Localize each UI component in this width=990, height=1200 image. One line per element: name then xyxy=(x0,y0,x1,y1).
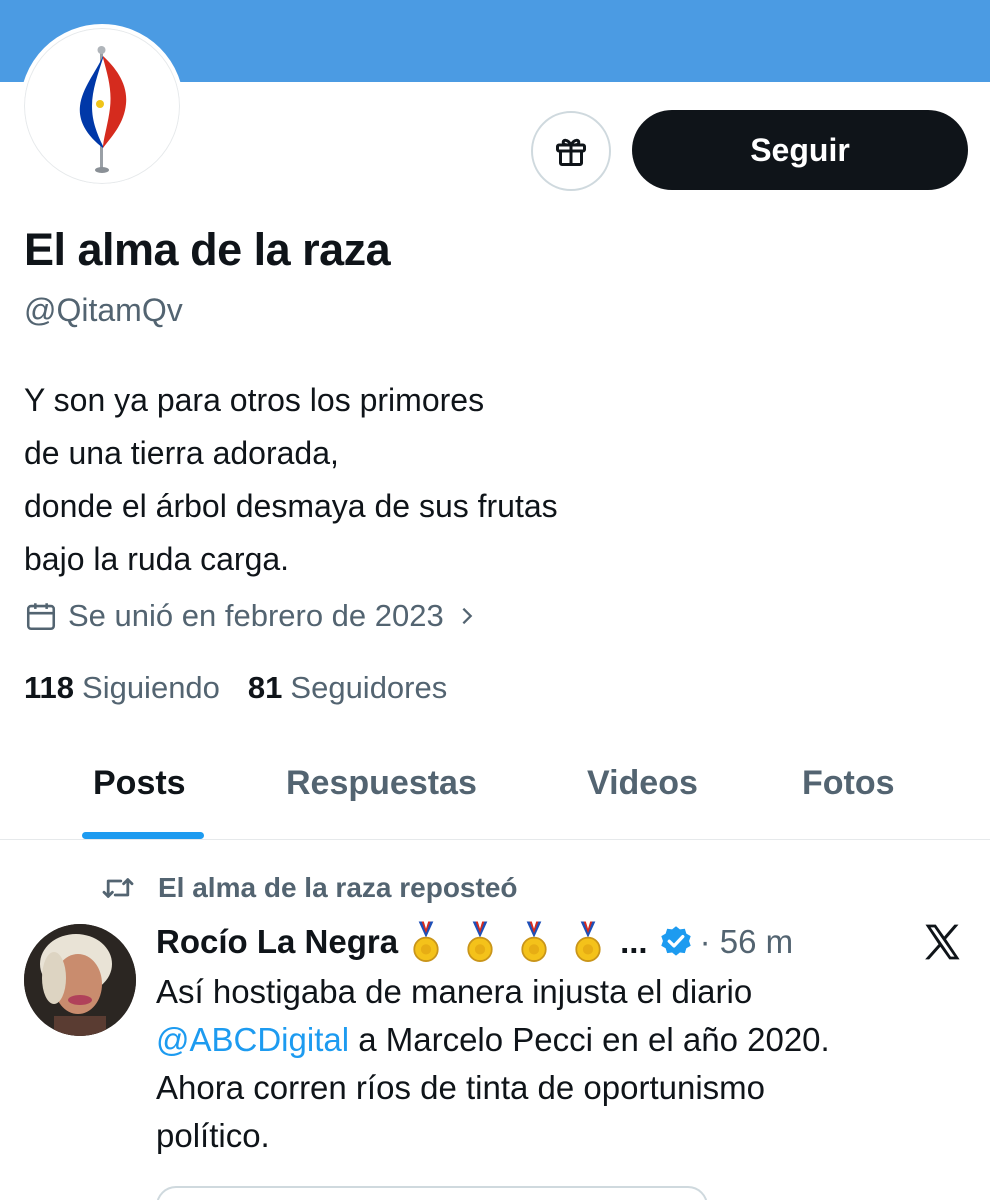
medal-icon xyxy=(521,921,547,962)
post-header: Rocío La Negra ... · 56 m xyxy=(156,920,793,964)
repost-indicator: El alma de la raza reposteó xyxy=(100,872,518,904)
profile-display-name: El alma de la raza xyxy=(24,224,391,275)
tab-videos[interactable]: Videos xyxy=(587,764,698,803)
quoted-post-card[interactable] xyxy=(156,1186,708,1200)
bio-line: Y son ya para otros los primores xyxy=(24,382,485,418)
follow-button[interactable]: Seguir xyxy=(632,110,968,190)
calendar-icon xyxy=(26,603,56,631)
post-text-fragment: a Marcelo Pecci en el año 2020. xyxy=(349,1021,830,1058)
following-label[interactable]: Siguiendo xyxy=(82,670,220,706)
post-text-line: @ABCDigital a Marcelo Pecci en el año 20… xyxy=(156,1016,956,1064)
name-truncation: ... xyxy=(620,923,648,960)
gift-button[interactable] xyxy=(531,111,611,191)
post-text-line: Así hostigaba de manera injusta el diari… xyxy=(156,973,753,1010)
joined-text: Se unió en febrero de 2023 xyxy=(68,598,444,633)
tab-posts[interactable]: Posts xyxy=(93,764,186,803)
medal-emojis xyxy=(408,920,624,964)
paraguay-flag-icon xyxy=(79,46,127,173)
post-text-line: político. xyxy=(156,1117,270,1154)
medal-icon xyxy=(467,921,493,962)
repost-icon xyxy=(102,878,134,898)
following-count[interactable]: 118 xyxy=(24,670,74,706)
followers-label[interactable]: Seguidores xyxy=(290,670,447,706)
post-text-line: Ahora corren ríos de tinta de oportunism… xyxy=(156,1069,766,1106)
medal-icon xyxy=(575,921,601,962)
profile-stats: 118 Siguiendo 81 Seguidores xyxy=(24,670,447,706)
gift-icon xyxy=(556,138,586,166)
post-author-avatar[interactable] xyxy=(24,924,136,1036)
tab-respuestas[interactable]: Respuestas xyxy=(286,764,477,803)
profile-handle: @QitamQv xyxy=(24,292,183,328)
bio-line: bajo la ruda carga. xyxy=(24,541,290,577)
verified-badge-icon[interactable] xyxy=(658,924,694,960)
medal-icon xyxy=(413,921,439,962)
post-text: Así hostigaba de manera injusta el diari… xyxy=(156,968,956,1160)
chevron-right-icon xyxy=(462,607,473,625)
post-timestamp[interactable]: · 56 m xyxy=(700,923,794,961)
bio-line: donde el árbol desmaya de sus frutas xyxy=(24,488,558,524)
active-tab-indicator xyxy=(82,832,204,839)
profile-bio: Y son ya para otros los primores de una … xyxy=(24,374,558,586)
author-photo xyxy=(24,924,136,1036)
followers-count[interactable]: 81 xyxy=(248,670,282,706)
mention-link[interactable]: @ABCDigital xyxy=(156,1021,349,1058)
repost-label: El alma de la raza reposteó xyxy=(158,872,518,903)
post-author-name[interactable]: Rocío La Negra xyxy=(156,923,398,961)
tab-fotos[interactable]: Fotos xyxy=(802,764,895,803)
joined-date[interactable]: Se unió en febrero de 2023 xyxy=(24,598,478,634)
x-logo-icon xyxy=(925,924,960,960)
profile-avatar[interactable] xyxy=(20,24,184,188)
bio-line: de una tierra adorada, xyxy=(24,435,339,471)
profile-tabs: Posts Respuestas Videos Fotos xyxy=(0,740,990,840)
